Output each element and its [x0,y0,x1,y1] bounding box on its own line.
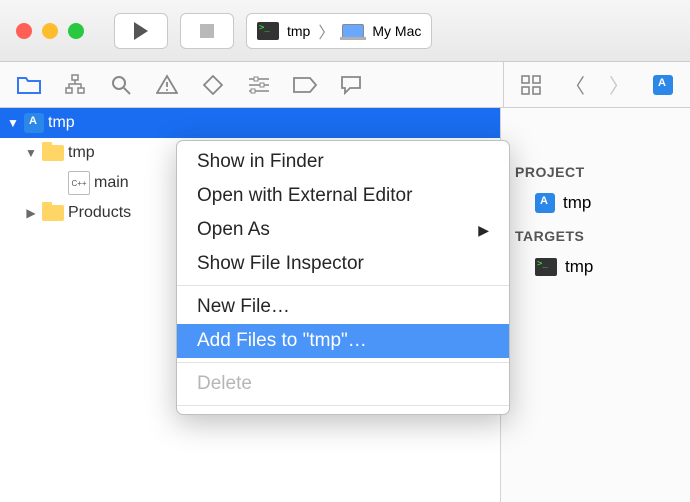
target-label: tmp [565,257,593,277]
submenu-arrow-icon: ▶ [478,222,489,239]
warning-icon [156,74,178,96]
menu-separator [177,285,509,286]
project-navigator: ▼ tmp ▼ tmp C++ main ▶ Products Show in … [0,108,500,502]
xcodeproj-icon [653,75,673,95]
navigator-tab-bar: 〈 〉 [0,62,690,108]
group-name: tmp [68,144,95,162]
chevron-right-icon: 〉 [318,19,334,43]
context-menu: Show in Finder Open with External Editor… [176,140,510,415]
menu-label: Add Files to "tmp"… [197,330,367,352]
menu-label: New File… [197,296,290,318]
products-label: Products [68,204,131,222]
minimize-window-button[interactable] [42,23,58,39]
close-window-button[interactable] [16,23,32,39]
diamond-icon [203,75,223,95]
target-row[interactable]: tmp [501,250,690,284]
hierarchy-icon [64,74,86,96]
chevron-right-icon: 〉 [609,70,629,99]
source-control-tab[interactable] [58,70,92,100]
file-name: main [94,174,129,192]
mac-icon [342,24,364,38]
grid-icon [521,75,541,95]
scheme-selector[interactable]: tmp 〉 My Mac [246,13,432,49]
zoom-window-button[interactable] [68,23,84,39]
scheme-name: tmp [287,23,310,39]
editor-grid-button[interactable] [514,70,548,100]
menu-show-inspector[interactable]: Show File Inspector [177,247,509,281]
menu-label: Open with External Editor [197,185,412,207]
project-editor-sidebar: PROJECT tmp TARGETS tmp [500,108,690,502]
terminal-icon [535,258,557,276]
title-bar: tmp 〉 My Mac [0,0,690,62]
speech-icon [340,75,362,95]
project-navigator-tab[interactable] [12,70,46,100]
menu-separator [177,362,509,363]
folder-icon [42,205,64,221]
folder-icon [42,145,64,161]
menu-open-as[interactable]: Open As ▶ [177,213,509,247]
menu-show-in-finder[interactable]: Show in Finder [177,145,509,179]
project-label: tmp [563,193,591,213]
xcodeproj-icon [535,193,555,213]
run-button[interactable] [114,13,168,49]
menu-label: Delete [197,373,252,395]
play-icon [134,22,148,40]
terminal-icon [257,22,279,40]
project-row[interactable]: tmp [501,186,690,220]
stop-button[interactable] [180,13,234,49]
project-section-header: PROJECT [501,156,690,186]
menu-add-files[interactable]: Add Files to "tmp"… [177,324,509,358]
test-navigator-tab[interactable] [196,70,230,100]
find-navigator-tab[interactable] [104,70,138,100]
cpp-file-icon: C++ [68,171,90,195]
project-name: tmp [48,114,75,132]
menu-label: Open As [197,219,270,241]
chevron-left-icon: 〈 [565,70,585,99]
editor-project-icon[interactable] [646,70,680,100]
gauge-icon [248,76,270,94]
editor-back-button[interactable]: 〈 [558,70,592,100]
stop-icon [200,24,214,38]
disclosure-triangle-icon[interactable]: ▼ [6,116,20,130]
xcodeproj-icon [24,113,44,133]
editor-forward-button[interactable]: 〉 [602,70,636,100]
menu-delete: Delete [177,367,509,401]
report-navigator-tab[interactable] [334,70,368,100]
menu-label: Show in Finder [197,151,324,173]
menu-open-external[interactable]: Open with External Editor [177,179,509,213]
menu-separator [177,405,509,406]
folder-icon [17,75,41,95]
main-content: ▼ tmp ▼ tmp C++ main ▶ Products Show in … [0,108,690,502]
menu-label: Show File Inspector [197,253,364,275]
breakpoint-navigator-tab[interactable] [288,70,322,100]
disclosure-triangle-icon[interactable]: ▼ [24,146,38,160]
menu-new-file[interactable]: New File… [177,290,509,324]
issue-navigator-tab[interactable] [150,70,184,100]
destination-name: My Mac [372,23,421,39]
window-controls [16,23,84,39]
targets-section-header: TARGETS [501,220,690,250]
tree-root-project[interactable]: ▼ tmp [0,108,500,138]
search-icon [110,74,132,96]
debug-navigator-tab[interactable] [242,70,276,100]
disclosure-triangle-icon[interactable]: ▶ [24,206,38,220]
breakpoint-icon [293,77,317,93]
